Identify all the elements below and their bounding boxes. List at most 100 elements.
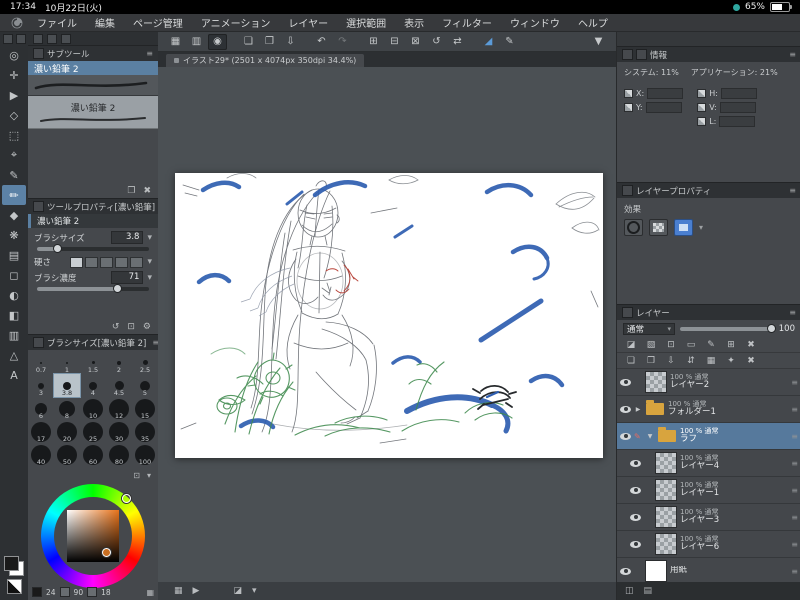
- zoom-tool[interactable]: ◎: [2, 45, 26, 65]
- brush-size-cell[interactable]: 50: [54, 443, 80, 466]
- brush-size-cell[interactable]: 80: [106, 443, 132, 466]
- panel-menu-icon[interactable]: ≡: [789, 50, 796, 59]
- blend-tool[interactable]: ◐: [2, 285, 26, 305]
- paper-thumbnail[interactable]: [645, 560, 667, 582]
- move-tool[interactable]: ✛: [2, 65, 26, 85]
- field-check-icon[interactable]: [624, 102, 633, 112]
- brush-size-cell[interactable]: 10: [80, 397, 106, 420]
- document-tab[interactable]: イラスト29* (2501 x 4074px 350dpi 34.4%): [166, 54, 365, 67]
- layer-menu-icon[interactable]: ≡: [791, 540, 798, 549]
- field-check-icon[interactable]: [697, 88, 707, 98]
- menu-filter[interactable]: フィルター: [433, 14, 501, 32]
- footer-menu-icon[interactable]: ▾: [252, 586, 257, 596]
- workspace-grid-icon[interactable]: ▦: [166, 34, 185, 50]
- brush-size-cell[interactable]: 3.8: [53, 373, 81, 398]
- auto-select-tool[interactable]: ⌖: [2, 145, 26, 165]
- panel-tab-icon[interactable]: [47, 33, 57, 44]
- layer-row[interactable]: 100 % 通常 レイヤー1 ≡: [617, 477, 800, 504]
- hardness-step[interactable]: [100, 256, 114, 268]
- panel-menu-icon[interactable]: ≡: [789, 186, 796, 195]
- merge-with-lower-layer-icon[interactable]: ⇵: [682, 354, 700, 367]
- menu-view[interactable]: 表示: [395, 14, 433, 32]
- brush-size-slider[interactable]: [37, 244, 149, 253]
- apply-mask-icon[interactable]: ✦: [722, 354, 740, 367]
- pen-pressure-icon[interactable]: ▾: [147, 273, 152, 283]
- clip-studio-home-icon[interactable]: ◉: [208, 33, 227, 50]
- layer-thumbnail[interactable]: [655, 479, 677, 501]
- color-set-grid-icon[interactable]: ▦: [146, 588, 154, 597]
- new-raster-layer-icon[interactable]: ❏: [622, 354, 640, 367]
- new-file-icon[interactable]: ❏: [239, 34, 258, 50]
- brush-size-cell[interactable]: 30: [106, 420, 132, 443]
- save-icon[interactable]: ⇩: [281, 34, 300, 50]
- border-effect-icon[interactable]: [624, 219, 643, 236]
- layer-opacity-knob[interactable]: [766, 323, 776, 333]
- register-defaults-icon[interactable]: ⊡: [127, 322, 135, 332]
- visibility-eye-icon[interactable]: [630, 459, 641, 467]
- tone-effect-icon[interactable]: [649, 219, 668, 236]
- fill-tool[interactable]: ◧: [2, 305, 26, 325]
- pen-settings-icon[interactable]: ✎: [500, 34, 519, 50]
- blend-mode-select[interactable]: 通常 ▾: [623, 322, 675, 335]
- layer-menu-icon[interactable]: ≡: [791, 432, 798, 441]
- flip-view-icon[interactable]: ⇄: [448, 34, 467, 50]
- panel-tab-icon[interactable]: [636, 49, 647, 60]
- hardness-step[interactable]: [85, 256, 99, 268]
- layer-thumbnail[interactable]: [655, 506, 677, 528]
- color-chip-icon[interactable]: [87, 587, 98, 597]
- hardness-step[interactable]: [115, 256, 129, 268]
- layer-menu-icon[interactable]: ≡: [791, 513, 798, 522]
- saturation-value-square[interactable]: [67, 510, 119, 562]
- duplicate-subtool-icon[interactable]: ❐: [127, 186, 135, 196]
- toolbar-overflow-icon[interactable]: ▼: [589, 34, 608, 50]
- navigator-icon[interactable]: ▦: [174, 586, 183, 596]
- panel-tab-icon[interactable]: [33, 33, 43, 44]
- menu-file[interactable]: ファイル: [28, 14, 86, 32]
- expand-arrow-icon[interactable]: ▶: [634, 406, 642, 413]
- menu-selection[interactable]: 選択範囲: [337, 14, 395, 32]
- visibility-eye-icon[interactable]: [630, 486, 641, 494]
- ruler-icon[interactable]: ⊞: [722, 338, 740, 351]
- brush-size-cell[interactable]: 17: [28, 420, 54, 443]
- sv-marker[interactable]: [102, 548, 111, 557]
- panel-tab-icon[interactable]: [622, 185, 633, 196]
- visibility-eye-icon[interactable]: [620, 378, 631, 386]
- text-tool[interactable]: A: [2, 365, 26, 385]
- brush-size-cell[interactable]: 25: [80, 420, 106, 443]
- layer-menu-icon[interactable]: ≡: [791, 405, 798, 414]
- layer-row[interactable]: 100 % 通常 レイヤー6 ≡: [617, 531, 800, 558]
- airbrush-tool[interactable]: ❋: [2, 225, 26, 245]
- snap-to-special-ruler-icon[interactable]: ⊟: [385, 34, 404, 50]
- panel-tab-icon[interactable]: [33, 48, 44, 59]
- play-animation-icon[interactable]: ▶: [193, 586, 200, 596]
- pen-tool[interactable]: ✎: [2, 165, 26, 185]
- open-file-icon[interactable]: ❐: [260, 34, 279, 50]
- delete-subtool-icon[interactable]: ✖: [143, 186, 151, 196]
- delete-layer-icon[interactable]: ✖: [742, 354, 760, 367]
- field-check-icon[interactable]: [697, 102, 707, 112]
- expand-arrow-icon[interactable]: ▼: [646, 433, 654, 440]
- enable-mask-icon[interactable]: ▭: [682, 338, 700, 351]
- layer-row[interactable]: 100 % 通常 レイヤー3 ≡: [617, 504, 800, 531]
- visibility-eye-icon[interactable]: [620, 432, 631, 440]
- lock-transparent-pixels-icon[interactable]: ▧: [642, 338, 660, 351]
- tool-settings-gear-icon[interactable]: ⚙: [143, 322, 151, 332]
- brush-tool[interactable]: ◆: [2, 205, 26, 225]
- hardness-step[interactable]: [70, 256, 84, 268]
- brush-size-cell[interactable]: 60: [80, 443, 106, 466]
- brush-size-slider-knob[interactable]: [53, 244, 63, 253]
- menu-layer[interactable]: レイヤー: [279, 14, 337, 32]
- operation-tool[interactable]: ▶: [2, 85, 26, 105]
- split-panel-icon[interactable]: ◫: [625, 586, 634, 596]
- undo-icon[interactable]: ↶: [312, 34, 331, 50]
- brush-size-cell[interactable]: 8: [54, 397, 80, 420]
- transfer-to-lower-layer-icon[interactable]: ⇩: [662, 354, 680, 367]
- brush-size-cell[interactable]: 100: [132, 443, 158, 466]
- subtool-item[interactable]: 濃い鉛筆 2: [28, 96, 158, 129]
- strip-tab-icon[interactable]: [15, 33, 26, 44]
- brush-size-cell[interactable]: 1: [54, 351, 80, 374]
- new-layer-folder-icon[interactable]: ❐: [642, 354, 660, 367]
- layer-menu-icon[interactable]: ≡: [791, 378, 798, 387]
- pen-pressure-icon[interactable]: ▾: [147, 257, 152, 267]
- visibility-eye-icon[interactable]: [620, 405, 631, 413]
